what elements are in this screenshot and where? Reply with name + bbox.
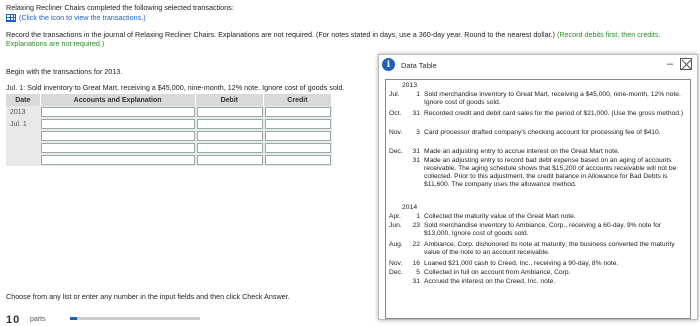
account-cell: [40, 106, 196, 118]
tx-month: Jun.: [389, 222, 402, 229]
account-cell: [40, 130, 196, 142]
journal-row: [6, 130, 332, 142]
minimize-button[interactable]: –: [665, 58, 675, 70]
header-accounts: Accounts and Explanation: [41, 94, 196, 106]
credit-cell: [264, 106, 332, 118]
account-cell: [40, 154, 196, 166]
tx-text: Made an adjusting entry to accrue intere…: [424, 148, 620, 155]
debit-cell: [196, 130, 264, 142]
parts-indicator: 10 parts: [6, 309, 206, 326]
journal-row: [6, 154, 332, 166]
journal-row: [6, 142, 332, 154]
header-debit: Debit: [196, 94, 264, 106]
tx-day: 1: [416, 213, 420, 220]
intro-text: Relaxing Recliner Chairs completed the f…: [6, 3, 234, 12]
close-button[interactable]: [680, 58, 692, 70]
tx-day: 22: [412, 241, 420, 248]
tx-text: Loaned $21,000 cash to Creed, Inc., rece…: [424, 260, 619, 267]
date-cell: [6, 130, 40, 142]
date-cell: Jul. 1: [10, 120, 27, 128]
tx-month: Jul.: [389, 91, 400, 98]
account-cell: [40, 142, 196, 154]
credit-cell: [264, 118, 332, 130]
tx-text: Made an adjusting entry to record bad de…: [424, 157, 677, 188]
info-icon: i: [382, 58, 395, 71]
debit-input[interactable]: [197, 119, 263, 129]
tx-text: Sold merchandise inventory to Great Mart…: [424, 91, 681, 106]
popup-title: Data Table: [401, 61, 437, 70]
credit-input[interactable]: [265, 155, 331, 165]
tx-text: Sold merchandise inventory to Ambiance, …: [424, 222, 662, 237]
account-cell: [40, 118, 196, 130]
tx-day: 31: [412, 278, 420, 285]
parts-count: 10: [6, 314, 21, 326]
debit-input[interactable]: [197, 131, 263, 141]
credit-cell: [264, 130, 332, 142]
instructions: Record the transactions in the journal o…: [6, 30, 696, 48]
tx-day: 3: [416, 129, 420, 136]
view-transactions-link[interactable]: (Click the icon to view the transactions…: [6, 13, 146, 22]
journal-header-row: Date Accounts and Explanation Debit Cred…: [6, 94, 332, 106]
view-transactions-label: (Click the icon to view the transactions…: [19, 13, 146, 22]
tx-month: Dec.: [389, 269, 403, 276]
journal-table: Date Accounts and Explanation Debit Cred…: [6, 94, 332, 166]
tx-day: 5: [416, 269, 420, 276]
choose-instruction: Choose from any list or enter any number…: [6, 292, 290, 301]
account-input[interactable]: [41, 107, 195, 117]
credit-input[interactable]: [265, 143, 331, 153]
date-cell: 2013: [10, 108, 26, 116]
journal-row: Jul. 1: [6, 118, 332, 130]
debit-input[interactable]: [197, 155, 263, 165]
transactions-table: 2013 Jul. 1 Sold merchandise inventory t…: [385, 79, 691, 319]
tx-month: Dec.: [389, 148, 403, 155]
credit-input[interactable]: [265, 131, 331, 141]
tx-text: Collected the maturity value of the Grea…: [424, 213, 576, 220]
year-2014: 2014: [402, 204, 418, 211]
debit-cell: [196, 154, 264, 166]
credit-cell: [264, 154, 332, 166]
tx-day: 31: [412, 157, 420, 164]
account-input[interactable]: [41, 119, 195, 129]
tx-day: 23: [412, 222, 420, 229]
tx-month: Nov.: [389, 129, 403, 136]
debit-cell: [196, 142, 264, 154]
account-input[interactable]: [41, 143, 195, 153]
instructions-main: Record the transactions in the journal o…: [6, 30, 557, 39]
tx-text: Collected in full on account from Ambian…: [424, 269, 571, 276]
tx-text: Accrued the interest on the Creed, Inc. …: [424, 278, 556, 285]
debit-input[interactable]: [197, 107, 263, 117]
table-icon[interactable]: [6, 13, 16, 22]
journal-row: 2013: [6, 106, 332, 118]
credit-input[interactable]: [265, 107, 331, 117]
credit-input[interactable]: [265, 119, 331, 129]
tx-day: 16: [412, 260, 420, 267]
date-cell: [6, 142, 40, 154]
tx-month: Oct.: [389, 110, 402, 117]
debit-input[interactable]: [197, 143, 263, 153]
popup-header: i Data Table –: [379, 55, 697, 75]
header-credit: Credit: [264, 94, 332, 106]
data-table-popup: i Data Table – 2013 Jul. 1 Sold merchand…: [378, 54, 698, 320]
tx-month: Aug.: [389, 241, 403, 248]
debit-cell: [196, 118, 264, 130]
begin-instruction: Begin with the transactions for 2013.: [6, 67, 123, 76]
credit-cell: [264, 142, 332, 154]
tx-month: Nov.: [389, 260, 403, 267]
tx-day: 1: [416, 91, 420, 98]
tx-day: 31: [412, 148, 420, 155]
tx-day: 31: [412, 110, 420, 117]
tx-month: Apr.: [389, 213, 401, 220]
tx-text: Recorded credit and debit card sales for…: [424, 110, 684, 117]
date-cell: [6, 154, 40, 166]
header-date: Date: [6, 94, 41, 106]
year-2013: 2013: [402, 82, 418, 89]
account-input[interactable]: [41, 155, 195, 165]
transaction-prompt: Jul. 1: Sold inventory to Great Mart, re…: [6, 83, 345, 92]
tx-text: Card processor drafted company's checkin…: [424, 129, 661, 136]
tx-text: Ambiance, Corp. dishonored its note at m…: [424, 241, 675, 256]
debit-cell: [196, 106, 264, 118]
account-input[interactable]: [41, 131, 195, 141]
